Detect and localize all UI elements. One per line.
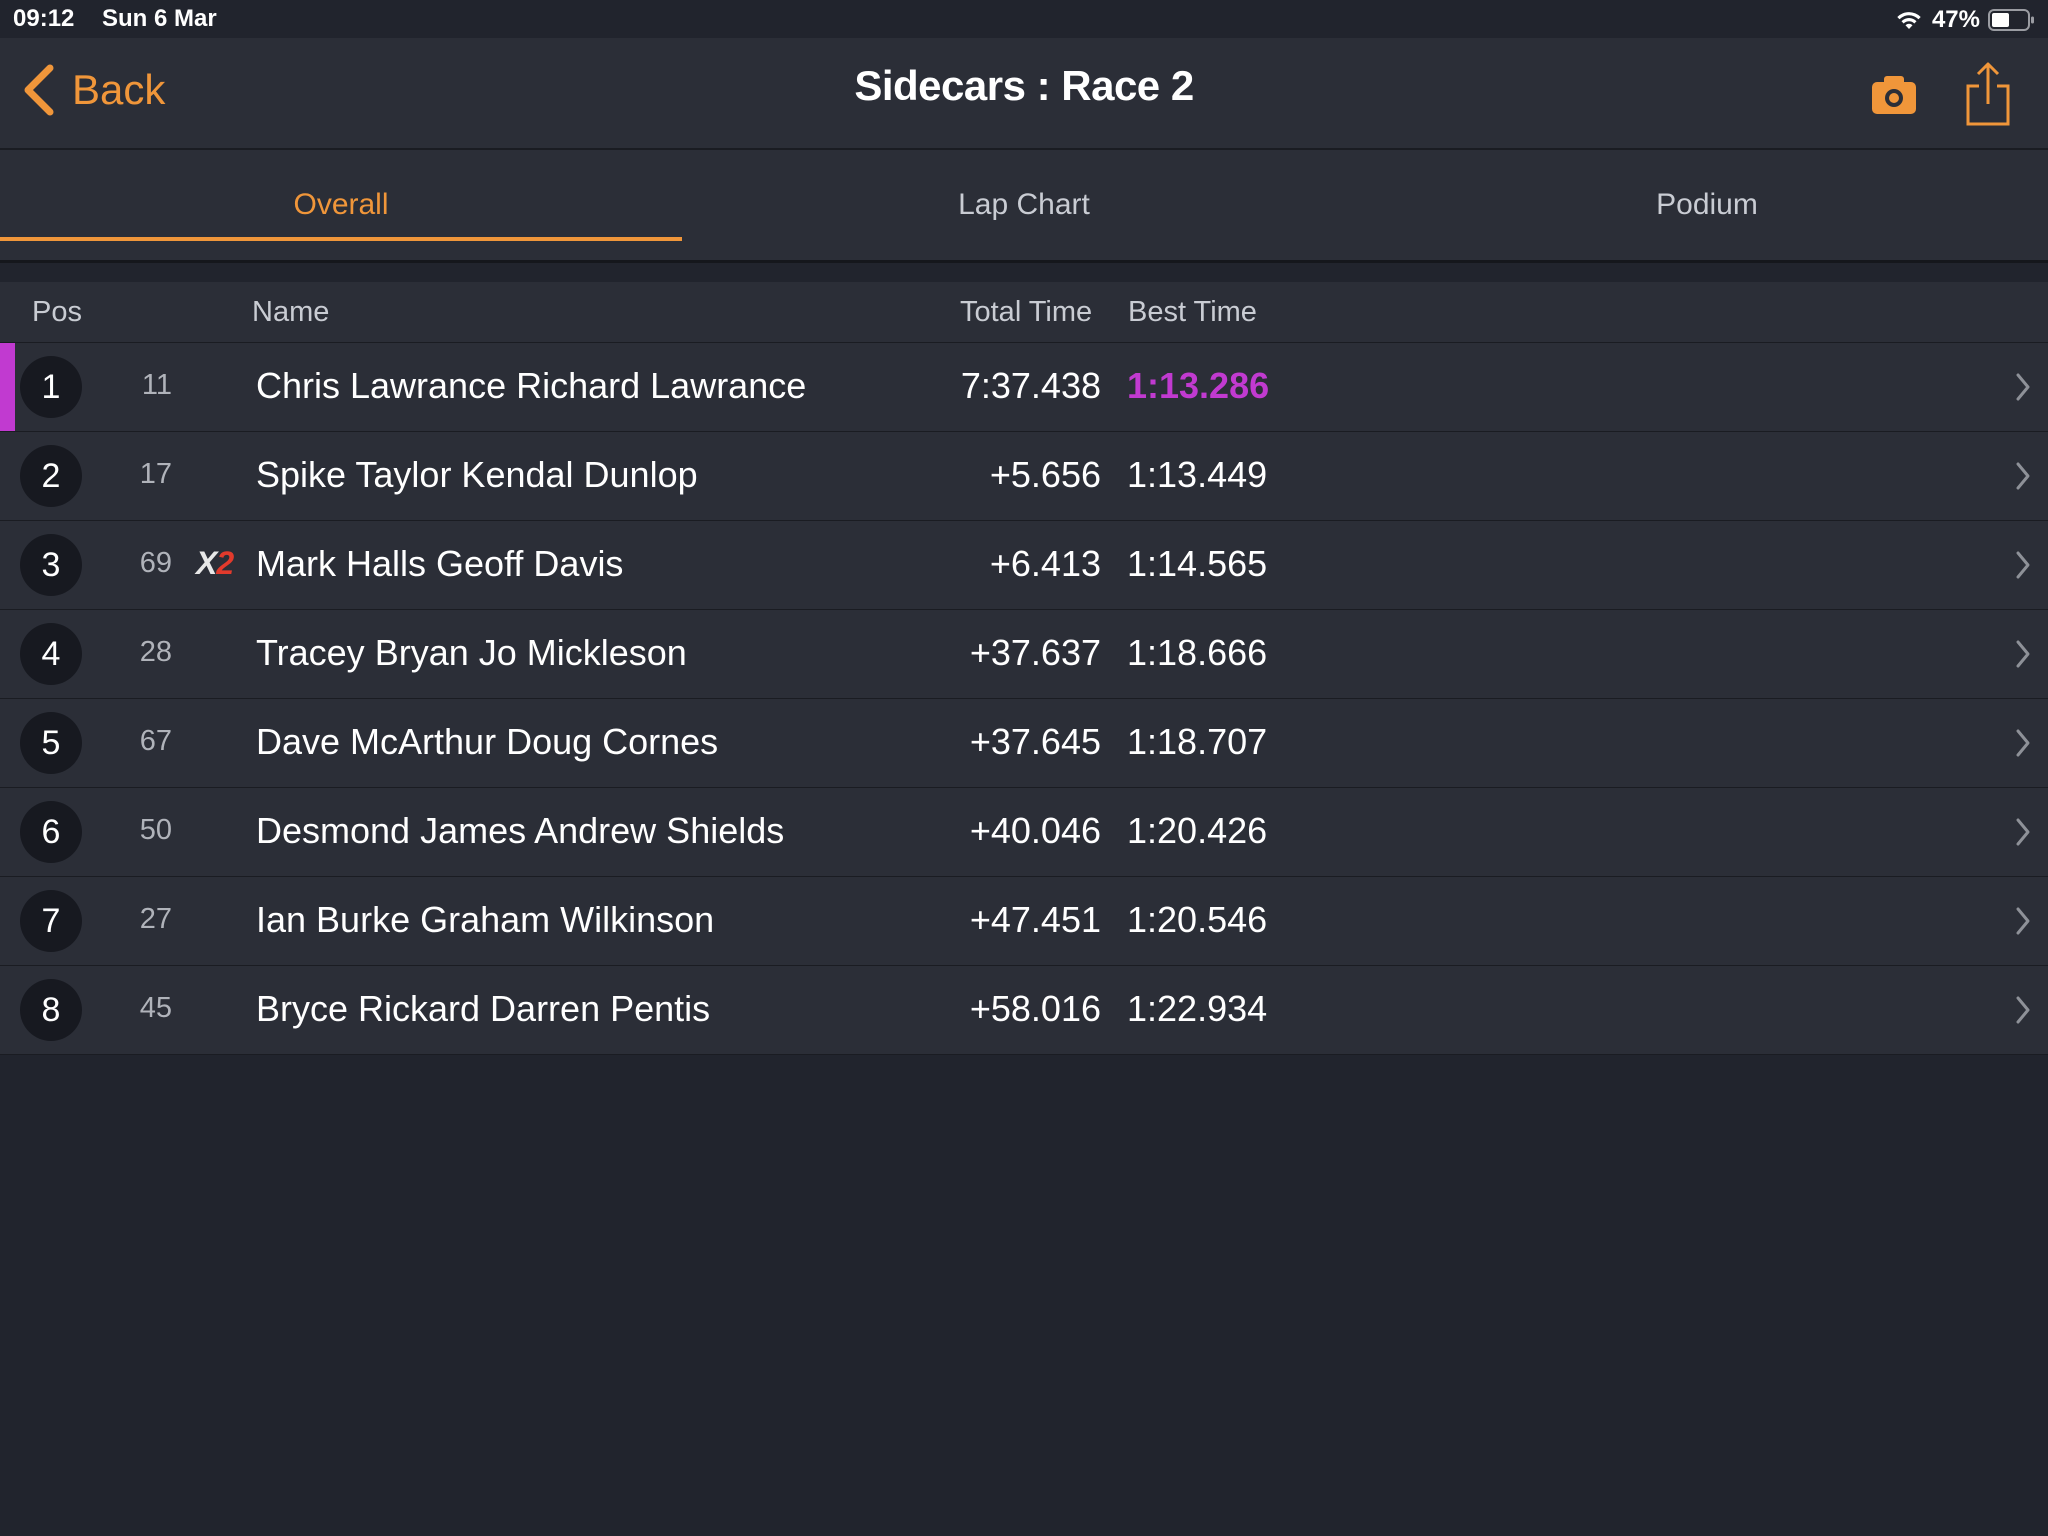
best-time: 1:22.934 [1127,988,1268,1029]
driver-name: Ian Burke Graham Wilkinson [256,899,715,940]
chevron-right-icon [2016,373,2030,401]
position-badge: 2 [20,445,82,507]
total-time: +40.046 [969,810,1101,851]
header-pos: Pos [32,296,82,328]
race-number: 69 [139,547,172,579]
table-row[interactable]: 2 17 Spike Taylor Kendal Dunlop +5.656 1… [0,432,2048,521]
tab-lap-chart[interactable]: Lap Chart [683,150,1365,260]
race-number: 17 [139,458,172,490]
page-title: Sidecars : Race 2 [854,62,1194,109]
table-row[interactable]: 6 50 Desmond James Andrew Shields +40.04… [0,788,2048,877]
table-row[interactable]: 8 45 Bryce Rickard Darren Pentis +58.016… [0,966,2048,1055]
race-number: 28 [139,636,172,668]
best-time: 1:13.449 [1127,454,1268,495]
driver-name: Tracey Bryan Jo Mickleson [256,632,687,673]
class-badge: X2 [196,545,234,582]
position-badge: 6 [20,801,82,863]
table-row[interactable]: 7 27 Ian Burke Graham Wilkinson +47.451 … [0,877,2048,966]
position-badge: 5 [20,712,82,774]
total-time: +47.451 [969,899,1101,940]
share-icon[interactable] [1962,60,2014,130]
chevron-right-icon [2016,907,2030,935]
race-number: 67 [139,725,172,757]
best-time: 1:18.707 [1127,721,1268,762]
header-best-time: Best Time [1128,296,1257,328]
chevron-right-icon [2016,996,2030,1024]
driver-name: Mark Halls Geoff Davis [256,543,624,584]
position-badge: 4 [20,623,82,685]
class-badge-letter: X [196,545,217,581]
total-time: +58.016 [969,988,1101,1029]
total-time: +6.413 [989,543,1101,584]
driver-name: Dave McArthur Doug Cornes [256,721,719,762]
header-total-time: Total Time [960,296,1093,328]
position-badge: 3 [20,534,82,596]
driver-name: Desmond James Andrew Shields [256,810,785,851]
table-row[interactable]: 5 67 Dave McArthur Doug Cornes +37.645 1… [0,699,2048,788]
battery-icon [1988,9,2034,31]
race-number: 50 [139,814,172,846]
tab-active-indicator [0,237,682,241]
table-header: Pos Name Total Time Best Time [0,282,2048,343]
best-time: 1:20.426 [1127,810,1268,851]
driver-name: Spike Taylor Kendal Dunlop [256,454,698,495]
chevron-right-icon [2016,818,2030,846]
driver-name: Chris Lawrance Richard Lawrance [256,365,807,406]
chevron-right-icon [2016,551,2030,579]
fastest-lap-marker [0,343,15,431]
tab-overall[interactable]: Overall [0,150,682,260]
status-time: 09:12 [13,5,75,32]
header-name: Name [252,296,330,328]
table-row[interactable]: 4 28 Tracey Bryan Jo Mickleson +37.637 1… [0,610,2048,699]
tab-podium[interactable]: Podium [1366,150,2048,260]
total-time: +37.645 [969,721,1101,762]
chevron-right-icon [2016,462,2030,490]
driver-name: Bryce Rickard Darren Pentis [256,988,711,1029]
class-badge-number: 2 [216,545,234,581]
position-badge: 7 [20,890,82,952]
chevron-right-icon [2016,640,2030,668]
best-time: 1:14.565 [1127,543,1268,584]
best-time: 1:20.546 [1127,899,1268,940]
position-badge: 8 [20,979,82,1041]
navigation-bar: Back Sidecars : Race 2 [0,38,2048,150]
best-time: 1:13.286 [1127,365,1270,406]
position-badge: 1 [20,356,82,418]
status-right: 47% [1894,5,2036,35]
total-time: 7:37.438 [960,365,1101,406]
status-bar: 09:12 Sun 6 Mar 47% [0,0,2048,38]
total-time: +37.637 [969,632,1101,673]
table-row[interactable]: 1 11 Chris Lawrance Richard Lawrance 7:3… [0,343,2048,432]
race-number: 27 [139,903,172,935]
status-date: Sun 6 Mar [102,5,217,32]
battery-percentage: 47% [1931,6,1980,33]
camera-icon[interactable] [1870,68,1918,120]
race-number: 11 [141,369,172,401]
tab-bar: Overall Lap Chart Podium [0,150,2048,263]
wifi-icon [1897,12,1921,29]
table-row[interactable]: 3 69 X2 Mark Halls Geoff Davis +6.413 1:… [0,521,2048,610]
total-time: +5.656 [989,454,1101,495]
race-number: 45 [139,992,172,1024]
results-table: Pos Name Total Time Best Time 1 11 Chris… [0,282,2048,1055]
app-root: 09:12 Sun 6 Mar 47% Back Sidecars : Race… [0,0,2048,1536]
best-time: 1:18.666 [1127,632,1268,673]
chevron-right-icon [2016,729,2030,757]
